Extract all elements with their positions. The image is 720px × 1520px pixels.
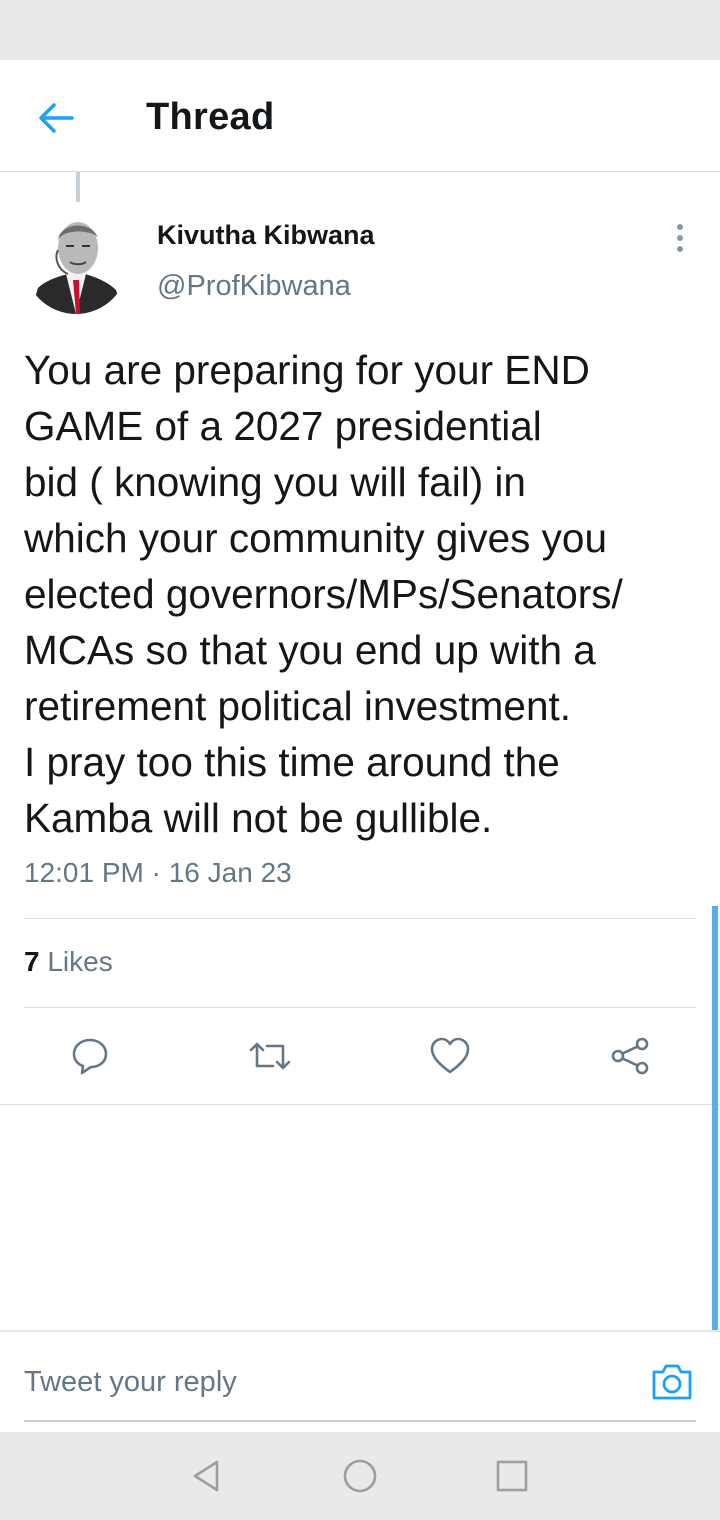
retweet-button[interactable] [246, 1032, 294, 1080]
tweet-text-line: bid ( knowing you will fail) in [24, 459, 526, 505]
nav-home-icon [343, 1459, 377, 1493]
heart-icon [430, 1037, 470, 1074]
nav-back-button[interactable] [186, 1456, 226, 1496]
thread-connector-line [76, 172, 80, 202]
tweet-text: You are preparing for your END GAME of a… [24, 342, 704, 846]
avatar[interactable] [24, 210, 128, 314]
status-bar [0, 0, 720, 60]
divider [24, 918, 696, 919]
camera-icon [652, 1364, 692, 1400]
tweet-text-line: I pray too this time around the [24, 739, 560, 785]
system-nav-bar [0, 1432, 720, 1520]
reply-input-underline [24, 1420, 696, 1422]
likes-label: Likes [47, 946, 113, 977]
tweet-text-line: retirement political investment. [24, 683, 571, 729]
nav-recents-button[interactable] [492, 1456, 532, 1496]
author-portrait-image [24, 210, 128, 314]
reply-button[interactable] [66, 1032, 114, 1080]
camera-button[interactable] [650, 1360, 694, 1404]
tweet-text-line: which your community gives you [24, 515, 607, 561]
share-button[interactable] [606, 1032, 654, 1080]
likes-count: 7 [24, 946, 40, 977]
reply-icon [72, 1038, 108, 1075]
tweet-text-line: MCAs so that you end up with a [24, 627, 596, 673]
tweet-text-line: GAME of a 2027 presidential [24, 403, 542, 449]
tweet-timestamp: 12:01 PM · 16 Jan 23 [24, 857, 292, 888]
author-handle[interactable]: @ProfKibwana [157, 270, 351, 303]
tweet-text-line: Kamba will not be gullible. [24, 795, 493, 841]
nav-back-icon [193, 1460, 219, 1492]
page-title: Thread [146, 96, 275, 138]
arrow-left-icon [39, 103, 74, 133]
tweet-text-line: You are preparing for your END [24, 347, 590, 393]
more-vertical-icon [677, 224, 683, 252]
retweet-icon [249, 1042, 291, 1070]
scroll-indicator[interactable] [712, 906, 718, 1330]
author-name[interactable]: Kivutha Kibwana [157, 220, 375, 251]
nav-recents-icon [496, 1460, 528, 1492]
tweet-actions-bar [0, 1008, 720, 1105]
share-icon [611, 1037, 649, 1075]
app-header: Thread [0, 60, 720, 172]
likes-row[interactable]: 7 Likes [24, 946, 113, 978]
nav-home-button[interactable] [340, 1456, 380, 1496]
more-options-button[interactable] [664, 220, 696, 256]
reply-bar: Tweet your reply [0, 1330, 720, 1433]
like-button[interactable] [426, 1032, 474, 1080]
back-button[interactable] [30, 92, 82, 144]
tweet-text-line: elected governors/MPs/Senators/ [24, 571, 623, 617]
reply-input[interactable]: Tweet your reply [24, 1366, 237, 1399]
